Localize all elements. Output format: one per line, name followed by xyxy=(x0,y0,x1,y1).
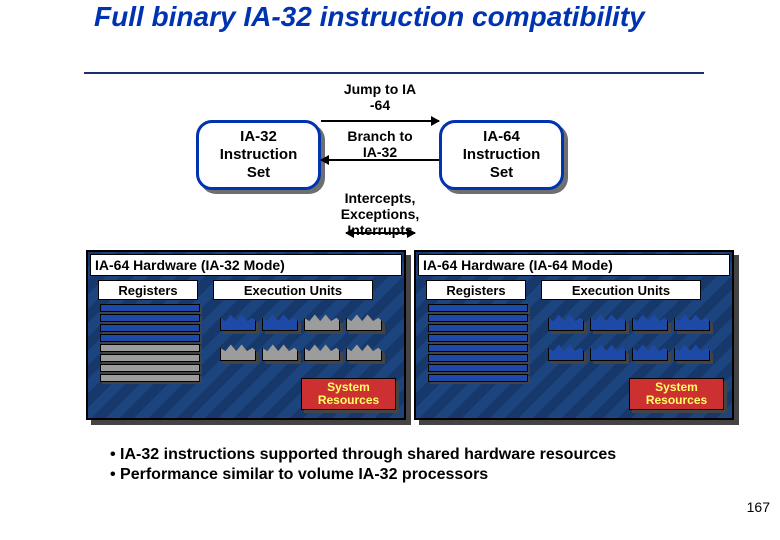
page-number: 167 xyxy=(747,499,770,515)
hw-panel-ia32-mode: IA-64 Hardware (IA-32 Mode) Registers Ex… xyxy=(86,250,406,420)
register-row xyxy=(100,354,200,362)
exec-units-area xyxy=(218,307,393,382)
exec-unit-icon xyxy=(304,339,340,365)
exec-unit-icon xyxy=(548,339,584,365)
exec-unit-icon xyxy=(548,309,584,335)
bullet-list: • IA-32 instructions supported through s… xyxy=(110,445,616,485)
exec-unit-icon xyxy=(632,309,668,335)
exec-units-area xyxy=(546,307,721,382)
exec-unit-icon xyxy=(346,339,382,365)
register-row xyxy=(100,344,200,352)
exec-unit-icon xyxy=(590,339,626,365)
register-row xyxy=(428,334,528,342)
exec-unit-icon xyxy=(262,309,298,335)
register-rows xyxy=(100,304,200,384)
register-row xyxy=(428,374,528,382)
register-row xyxy=(100,364,200,372)
ia32-instruction-set-box: IA-32InstructionSet xyxy=(196,120,321,190)
registers-label: Registers xyxy=(426,280,526,300)
register-row xyxy=(100,324,200,332)
exec-unit-icon xyxy=(262,339,298,365)
register-row xyxy=(428,324,528,332)
register-row xyxy=(428,314,528,322)
hw-title: IA-64 Hardware (IA-64 Mode) xyxy=(418,254,730,276)
exec-unit-icon xyxy=(674,339,710,365)
register-row xyxy=(100,334,200,342)
arrow-branch-to-ia32 xyxy=(321,159,439,161)
panel-body: IA-64 Hardware (IA-32 Mode) Registers Ex… xyxy=(86,250,406,420)
register-row xyxy=(100,314,200,322)
system-resources-label: SystemResources xyxy=(629,378,724,410)
slide-title: Full binary IA-32 instruction compatibil… xyxy=(94,2,694,33)
system-resources-box: SystemResources xyxy=(301,378,396,410)
exec-units-label: Execution Units xyxy=(213,280,373,300)
bullet-item: • Performance similar to volume IA-32 pr… xyxy=(110,465,616,485)
register-row xyxy=(428,344,528,352)
exec-unit-icon xyxy=(590,309,626,335)
arrow-jump-to-ia64 xyxy=(321,120,439,122)
hw-panel-ia64-mode: IA-64 Hardware (IA-64 Mode) Registers Ex… xyxy=(414,250,734,420)
register-row xyxy=(100,374,200,382)
register-row xyxy=(428,354,528,362)
exec-unit-icon xyxy=(220,339,256,365)
exec-unit-icon xyxy=(220,309,256,335)
bullet-item: • IA-32 instructions supported through s… xyxy=(110,445,616,465)
transition-jump-label: Jump to IA-64 xyxy=(330,81,430,113)
ia64-instruction-set-box: IA-64InstructionSet xyxy=(439,120,564,190)
register-rows xyxy=(428,304,528,384)
exec-unit-icon xyxy=(346,309,382,335)
exec-unit-icon xyxy=(304,309,340,335)
system-resources-label: SystemResources xyxy=(301,378,396,410)
registers-label: Registers xyxy=(98,280,198,300)
exec-unit-icon xyxy=(632,339,668,365)
transition-branch-label: Branch toIA-32 xyxy=(330,128,430,160)
title-underline xyxy=(84,72,704,74)
register-row xyxy=(100,304,200,312)
arrow-intercepts-left xyxy=(346,232,381,234)
hw-title: IA-64 Hardware (IA-32 Mode) xyxy=(90,254,402,276)
system-resources-box: SystemResources xyxy=(629,378,724,410)
exec-units-label: Execution Units xyxy=(541,280,701,300)
register-row xyxy=(428,364,528,372)
arrow-intercepts-right xyxy=(380,232,415,234)
panel-body: IA-64 Hardware (IA-64 Mode) Registers Ex… xyxy=(414,250,734,420)
register-row xyxy=(428,304,528,312)
exec-unit-icon xyxy=(674,309,710,335)
